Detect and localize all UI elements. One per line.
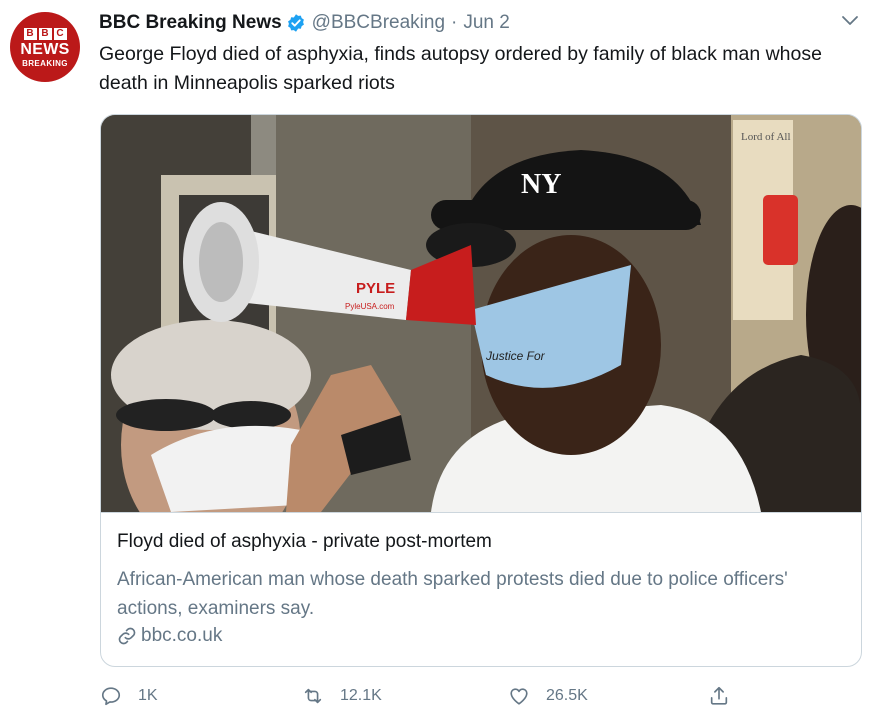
cap-logo-text: NY (521, 169, 561, 200)
bbc-logo-blocks: B B C (23, 27, 67, 40)
bbc-block-letter: B (23, 27, 37, 40)
reply-count: 1K (138, 687, 158, 704)
account-name[interactable]: BBC Breaking News (99, 12, 282, 34)
mask-text: Justice For (485, 349, 546, 363)
like-count: 26.5K (546, 687, 588, 704)
heart-icon (510, 688, 528, 705)
retweet-button[interactable]: 12.1K (302, 680, 382, 712)
sign-text: Lord of All (741, 131, 791, 143)
avatar-news-text: NEWS (20, 40, 70, 58)
share-button[interactable] (708, 680, 746, 712)
card-description: African-American man whose death sparked… (117, 569, 788, 619)
verified-badge-icon (287, 14, 304, 32)
tweet-actions: 1K 12.1K 26.5K (100, 680, 860, 712)
card-link-domain: bbc.co.uk (141, 625, 223, 646)
bbc-block-letter: C (53, 27, 67, 40)
reply-button[interactable]: 1K (100, 680, 158, 712)
bbc-block-letter: B (38, 27, 52, 40)
like-button[interactable]: 26.5K (508, 680, 588, 712)
link-icon (118, 627, 136, 645)
card-title[interactable]: Floyd died of asphyxia - private post-mo… (117, 531, 492, 553)
retweet-count: 12.1K (340, 687, 382, 704)
account-handle[interactable]: @BBCBreaking (312, 12, 445, 34)
link-card[interactable]: Lord of All NY Justice For PYLE PyleUSA.… (100, 114, 862, 667)
tweet-text: George Floyd died of asphyxia, finds aut… (99, 43, 822, 94)
share-icon (710, 686, 728, 705)
card-image: Lord of All NY Justice For PYLE PyleUSA.… (101, 115, 861, 513)
header-separator: · (451, 12, 458, 33)
chevron-down-icon[interactable] (840, 14, 860, 28)
megaphone-url-text: PyleUSA.com (345, 302, 395, 311)
tweet-date[interactable]: Jun 2 (463, 12, 509, 34)
retweet-icon (304, 688, 322, 704)
account-avatar[interactable]: B B C NEWS BREAKING (10, 12, 80, 82)
megaphone-brand-text: PYLE (356, 280, 395, 297)
tweet-header: BBC Breaking News @BBCBreaking · Jun 2 (99, 10, 510, 36)
card-link[interactable]: bbc.co.uk (117, 625, 222, 647)
reply-icon (101, 687, 121, 706)
avatar-breaking-text: BREAKING (22, 58, 68, 68)
